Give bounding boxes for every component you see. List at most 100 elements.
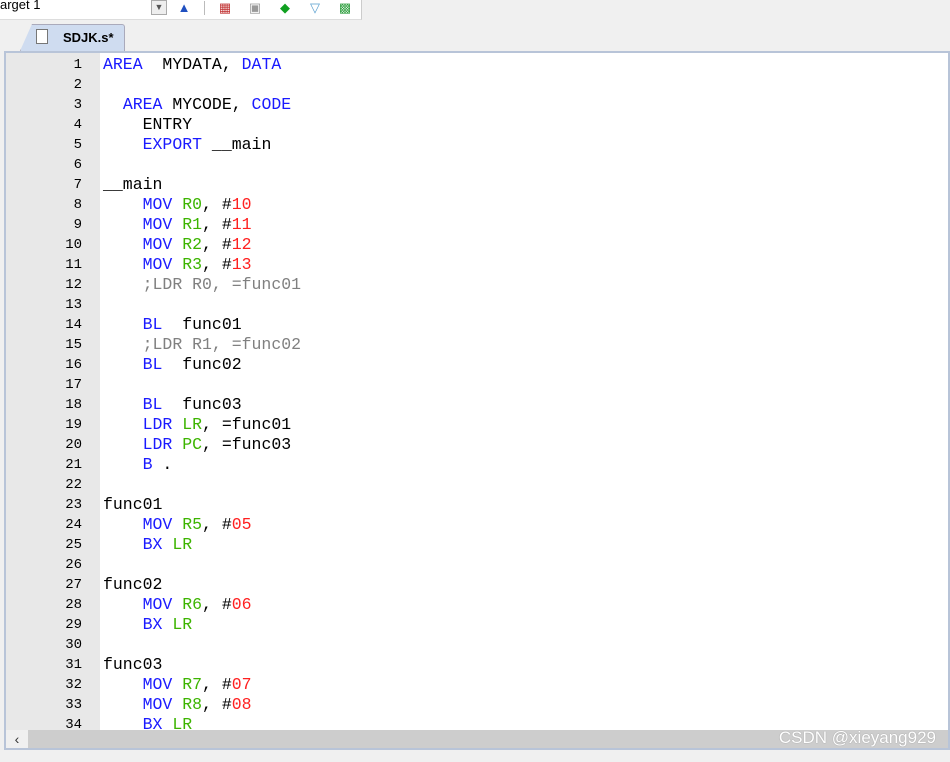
code-token: BL: [142, 315, 163, 334]
line-code: LDR LR, =func01: [103, 415, 292, 435]
line-number: 25: [65, 537, 82, 553]
line-number: 7: [73, 177, 82, 193]
code-token: LR: [172, 615, 193, 634]
code-token: MOV: [142, 515, 173, 534]
code-token: 11: [231, 215, 252, 234]
line-code: ;LDR R1, =func02: [103, 335, 301, 355]
line-number: 10: [65, 237, 82, 253]
code-token: __main: [202, 135, 272, 154]
line-number: 3: [73, 97, 82, 113]
line-number: 15: [65, 337, 82, 353]
line-code: func02: [103, 575, 162, 595]
line-number: 27: [65, 577, 82, 593]
code-line: 24 MOV R5, #05: [6, 515, 946, 535]
line-number: 12: [65, 277, 82, 293]
line-code: MOV R2, #12: [103, 235, 252, 255]
line-number: 5: [73, 137, 82, 153]
code-token: B: [142, 455, 153, 474]
horizontal-scrollbar[interactable]: ‹ CSDN @xieyang929: [6, 728, 948, 748]
code-token: MOV: [142, 595, 173, 614]
code-token: , #: [202, 515, 232, 534]
manage-project-icon[interactable]: ▲: [175, 0, 193, 15]
code-token: 12: [231, 235, 252, 254]
code-line: 23 func01: [6, 495, 946, 515]
code-line: 14 BL func01: [6, 315, 946, 335]
line-number: 23: [65, 497, 82, 513]
filter-icon[interactable]: ▽: [306, 0, 324, 15]
code-token: func03: [103, 655, 163, 674]
line-number: 28: [65, 597, 82, 613]
code-editor[interactable]: 1 AREA MYDATA, DATA 2 3 AREA MYCODE, CODE 4 …: [4, 51, 950, 750]
code-lines[interactable]: 1 AREA MYDATA, DATA 2 3 AREA MYCODE, CODE 4 …: [6, 55, 946, 735]
line-number: 4: [73, 117, 82, 133]
event-recorder-icon[interactable]: ▩: [336, 0, 354, 15]
line-code: ENTRY: [103, 115, 193, 135]
code-line: 15 ;LDR R1, =func02: [6, 335, 946, 355]
code-token: LDR: [142, 435, 173, 454]
line-code: MOV R8, #08: [103, 695, 252, 715]
code-token: DATA: [241, 55, 282, 74]
code-token: AREA: [122, 95, 163, 114]
code-line: 8 MOV R0, #10: [6, 195, 946, 215]
code-token: BL: [142, 395, 163, 414]
line-code: LDR PC, =func03: [103, 435, 292, 455]
code-line: 12 ;LDR R0, =func01: [6, 275, 946, 295]
code-token: ;LDR R1, =func02: [142, 335, 302, 354]
code-token: LR: [182, 415, 203, 434]
line-number: 13: [65, 297, 82, 313]
code-token: MOV: [142, 195, 173, 214]
code-line: 28 MOV R6, #06: [6, 595, 946, 615]
code-token: , =func03: [202, 435, 292, 454]
code-line: 21 B .: [6, 455, 946, 475]
code-line: 7 __main: [6, 175, 946, 195]
code-token: R8: [182, 695, 203, 714]
line-number: 16: [65, 357, 82, 373]
code-token: EXPORT: [142, 135, 203, 154]
tab-sdjk-s[interactable]: SDJK.s*: [20, 24, 125, 51]
code-token: , #: [202, 255, 232, 274]
code-token: __main: [103, 175, 163, 194]
code-token: CODE: [251, 95, 292, 114]
line-number: 26: [65, 557, 82, 573]
code-token: func03: [162, 395, 242, 414]
configure-icon[interactable]: ▦: [216, 0, 234, 15]
code-token: R6: [182, 595, 203, 614]
line-code: EXPORT __main: [103, 135, 272, 155]
target-select[interactable]: arget 1: [0, 0, 40, 12]
code-token: , #: [202, 695, 232, 714]
code-line: 30: [6, 635, 946, 655]
line-code: func01: [103, 495, 162, 515]
scroll-left-icon[interactable]: ‹: [6, 730, 28, 748]
code-line: 27 func02: [6, 575, 946, 595]
windows-icon[interactable]: ▣: [246, 0, 264, 15]
code-token: 07: [231, 675, 252, 694]
line-number: 11: [65, 257, 82, 273]
code-token: R3: [182, 255, 203, 274]
pack-installer-icon[interactable]: ◆: [276, 0, 294, 15]
code-line: 31 func03: [6, 655, 946, 675]
dropdown-icon[interactable]: ▼: [151, 0, 167, 15]
code-token: , #: [202, 235, 232, 254]
code-token: MOV: [142, 255, 173, 274]
code-line: 1 AREA MYDATA, DATA: [6, 55, 946, 75]
code-line: 20 LDR PC, =func03: [6, 435, 946, 455]
